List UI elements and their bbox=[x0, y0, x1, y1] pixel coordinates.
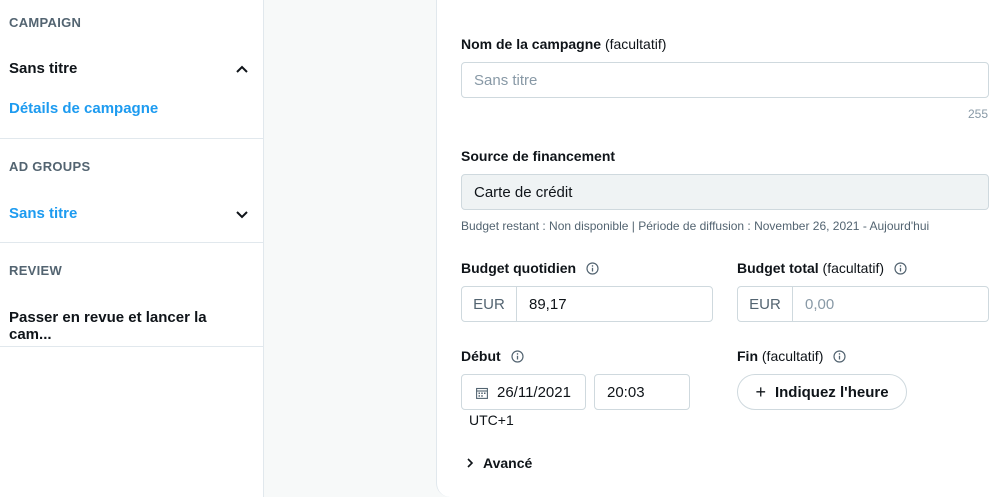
funding-source-value: Carte de crédit bbox=[474, 183, 573, 201]
start-date-value: 26/11/2021 bbox=[497, 383, 571, 401]
campaign-section: CAMPAIGN Sans titre Détails de campagne bbox=[0, 0, 263, 139]
chevron-up-icon[interactable] bbox=[235, 62, 249, 76]
info-icon[interactable] bbox=[510, 350, 524, 363]
sidebar: CAMPAIGN Sans titre Détails de campagne … bbox=[0, 0, 264, 497]
set-end-time-label: Indiquez l'heure bbox=[774, 383, 889, 401]
campaign-name: Sans titre bbox=[9, 60, 78, 77]
chevron-down-icon[interactable] bbox=[235, 207, 249, 221]
advanced-label: Avancé bbox=[483, 455, 533, 471]
campaign-details-link[interactable]: Détails de campagne bbox=[9, 100, 158, 117]
campaign-name-placeholder: Sans titre bbox=[474, 71, 538, 89]
campaign-heading: CAMPAIGN bbox=[9, 15, 82, 30]
sidebar-item-adgroup[interactable]: Sans titre bbox=[9, 205, 263, 222]
canvas-gap bbox=[265, 0, 436, 497]
funding-source-label: Source de financement bbox=[461, 148, 616, 164]
campaign-form: Nom de la campagne (facultatif) Sans tit… bbox=[436, 0, 1005, 497]
start-date-input[interactable]: 26/11/2021 bbox=[461, 374, 586, 410]
review-section: REVIEW Passer en revue et lancer la cam.… bbox=[0, 243, 263, 347]
total-budget-placeholder: 0,00 bbox=[805, 295, 835, 313]
daily-budget-value: 89,17 bbox=[529, 295, 567, 313]
start-time-input[interactable]: 20:03 bbox=[594, 374, 690, 410]
total-budget-label: Budget total (facultatif) bbox=[737, 260, 907, 276]
sidebar-item-review[interactable]: Passer en revue et lancer la cam... bbox=[9, 309, 263, 343]
review-heading: REVIEW bbox=[9, 263, 63, 278]
total-budget-currency: EUR bbox=[738, 287, 793, 321]
review-item-label: Passer en revue et lancer la cam... bbox=[9, 309, 207, 343]
sidebar-item-campaign[interactable]: Sans titre bbox=[9, 60, 263, 77]
optional-text: (facultatif) bbox=[604, 36, 667, 52]
start-label: Début bbox=[461, 348, 524, 364]
end-label-text: Fin bbox=[737, 348, 758, 364]
char-limit: 255 bbox=[967, 107, 988, 121]
adgroups-heading: AD GROUPS bbox=[9, 159, 91, 174]
optional-text: (facultatif) bbox=[761, 348, 824, 364]
info-icon[interactable] bbox=[894, 262, 907, 275]
campaign-name-input[interactable]: Sans titre bbox=[461, 62, 989, 98]
funding-source-select: Carte de crédit bbox=[461, 174, 989, 210]
total-budget-input[interactable]: EUR 0,00 bbox=[737, 286, 989, 322]
sidebar-item-campaign-details[interactable]: Détails de campagne bbox=[9, 100, 263, 117]
set-end-time-button[interactable]: + Indiquez l'heure bbox=[737, 374, 907, 410]
plus-icon: + bbox=[755, 382, 766, 402]
timezone-label: UTC+1 bbox=[469, 412, 514, 428]
end-label: Fin (facultatif) bbox=[737, 348, 846, 364]
optional-text: (facultatif) bbox=[822, 260, 885, 276]
daily-budget-label-text: Budget quotidien bbox=[461, 260, 577, 276]
campaign-name-label: Nom de la campagne (facultatif) bbox=[461, 36, 666, 52]
adgroup-name: Sans titre bbox=[9, 205, 78, 222]
advanced-toggle[interactable]: Avancé bbox=[465, 455, 532, 471]
start-label-text: Début bbox=[461, 348, 501, 364]
total-budget-label-text: Budget total bbox=[737, 260, 819, 276]
daily-budget-currency: EUR bbox=[462, 287, 517, 321]
start-time-value: 20:03 bbox=[607, 383, 645, 401]
adgroups-section: AD GROUPS Sans titre bbox=[0, 139, 263, 243]
campaign-name-label-text: Nom de la campagne bbox=[461, 36, 602, 52]
daily-budget-label: Budget quotidien bbox=[461, 260, 599, 276]
budget-info-text: Budget restant : Non disponible | Périod… bbox=[461, 219, 930, 233]
daily-budget-input[interactable]: EUR 89,17 bbox=[461, 286, 713, 322]
chevron-right-icon bbox=[465, 456, 475, 470]
info-icon[interactable] bbox=[833, 350, 846, 363]
info-icon[interactable] bbox=[586, 262, 599, 275]
calendar-icon bbox=[476, 386, 488, 399]
